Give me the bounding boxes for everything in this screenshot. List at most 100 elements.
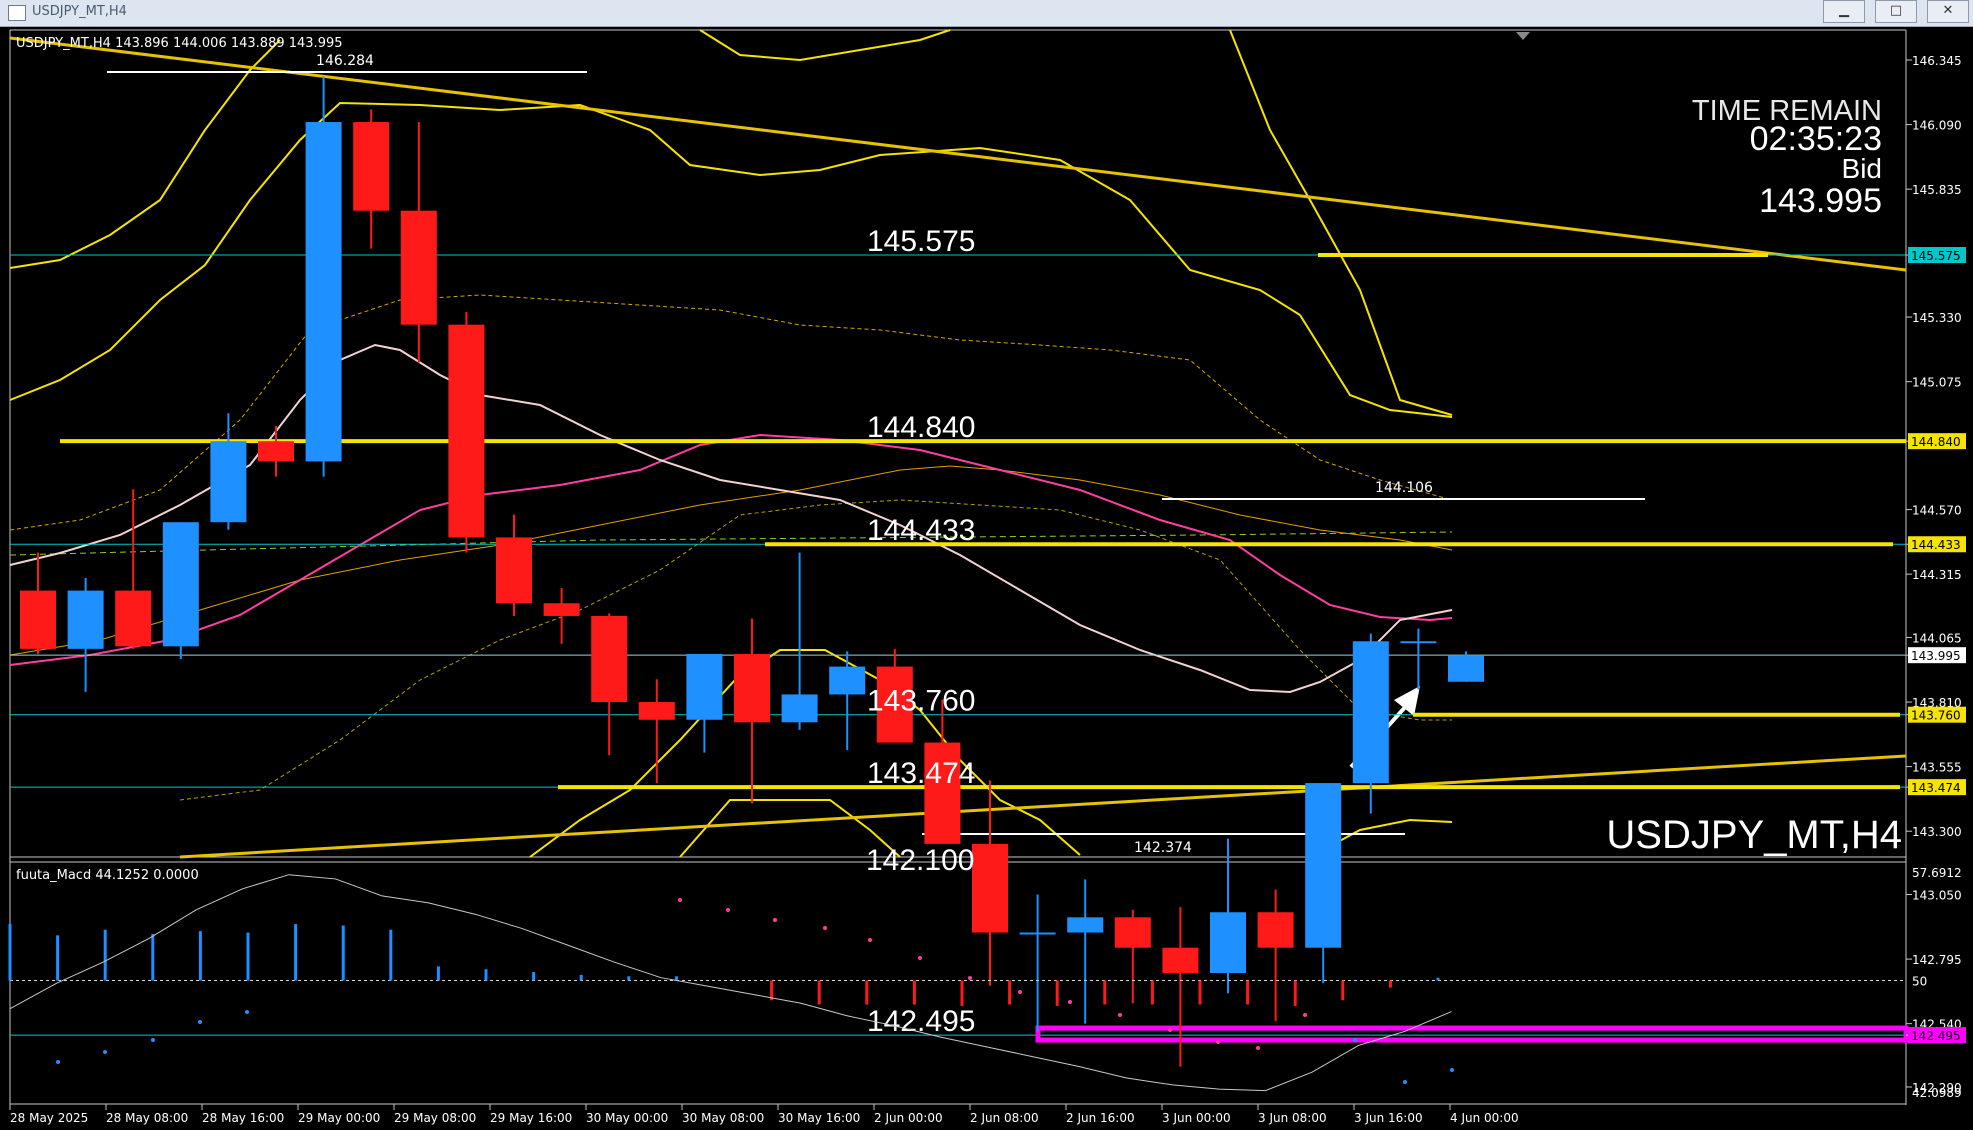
macd-dot [1303,1013,1307,1017]
candle-body [1210,912,1246,974]
candle-body [1448,655,1484,682]
time-tick-label: 29 May 08:00 [394,1111,476,1125]
macd-dot [1068,1000,1072,1004]
time-tick-label: 2 Jun 08:00 [970,1111,1039,1125]
time-tick-label: 2 Jun 16:00 [1066,1111,1135,1125]
candle-body [543,603,580,616]
price-tick-label: 143.555 [1912,761,1962,775]
price-tick-label: 146.345 [1912,54,1962,68]
candle-body [1067,917,1104,933]
time-tick-label: 30 May 00:00 [586,1111,668,1125]
chart-window: USDJPY_MT,H4 ▁ □ ✕ 145.575 144.840 144.4… [0,0,1973,1130]
swing-label: 142.374 [1134,840,1192,856]
macd-dot [1018,990,1022,994]
time-tick-label: 4 Jun 00:00 [1450,1111,1519,1125]
candle-body [115,590,152,647]
candle-body [1162,947,1199,974]
time-tick-label: 30 May 16:00 [778,1111,860,1125]
swing-label: 144.106 [1375,480,1433,496]
macd-dot [1118,1013,1122,1017]
candle-body [305,122,342,462]
bid-value: 143.995 [1759,182,1882,220]
time-tick-label: 3 Jun 16:00 [1354,1111,1423,1125]
price-tag-label: 143.995 [1911,649,1961,663]
price-chart[interactable]: 145.575 144.840 144.433 143.760 143.474 142.4… [0,0,1973,1130]
price-axis: 146.345 146.090 145.835 145.575 145.330 145.0… [1906,54,1962,1095]
price-tick-label: 145.330 [1912,311,1962,325]
candle-body [1019,932,1056,935]
upper-envelope-right [1229,29,1453,416]
macd-dot [1256,1046,1260,1050]
macd-dot [1450,1068,1454,1072]
level-label: 143.760 [867,685,975,718]
time-tick-label: 30 May 08:00 [682,1111,764,1125]
symbol-watermark: USDJPY_MT,H4 [1606,813,1902,857]
macd-dot [1216,1040,1220,1044]
level-label: 142.495 [867,1005,975,1038]
macd-dot [773,918,777,922]
macd-signal-line [9,874,1452,1092]
upper-envelope-outer [9,39,281,269]
macd-dot [918,956,922,960]
candle-body [591,615,628,703]
upper-envelope-mid [9,101,1301,401]
candle-body [162,522,199,647]
time-tick-label: 2 Jun 00:00 [874,1111,943,1125]
candlesticks [20,76,1484,1067]
price-tick-label: 145.075 [1912,376,1962,390]
macd-dot [151,1038,155,1042]
price-tag-label: 142.495 [1911,1029,1961,1043]
price-tick-label: 145.835 [1912,183,1962,197]
candle-body [781,694,818,723]
macd-header: fuuta_Macd 44.1252 0.0000 [16,868,199,883]
macd-axis-label: 57.6912 [1912,866,1962,880]
macd-dot [678,898,682,902]
candle-body [496,537,532,604]
price-tick-label: 142.795 [1912,953,1962,967]
price-tick-label: 143.050 [1912,889,1962,903]
candle-body [448,324,485,538]
candle-body [20,590,56,649]
price-tick-label: 146.090 [1912,119,1962,133]
macd-dot [1168,1028,1172,1032]
time-tick-label: 3 Jun 00:00 [1162,1111,1231,1125]
time-tick-label: 3 Jun 08:00 [1258,1111,1327,1125]
macd-dot [198,1020,202,1024]
price-tag-label: 144.433 [1911,538,1961,552]
price-tick-label: 143.300 [1912,825,1962,839]
macd-dot [1403,1080,1407,1084]
macd-axis-label: 50 [1912,975,1927,989]
candle-body [638,702,675,720]
candle-body [972,843,1008,933]
price-tag-label: 145.575 [1911,249,1961,263]
candle-body [1114,917,1151,948]
macd-axis-label: 42.0989 [1912,1086,1962,1100]
upper-envelope-right2 [1299,314,1453,418]
macd-dot [726,908,730,912]
macd-dot [968,976,972,980]
candle-body [353,122,390,211]
level-label: 143.474 [867,757,975,790]
time-tick-label: 28 May 16:00 [202,1111,284,1125]
level-label: 144.840 [867,411,975,444]
price-tag-label: 144.840 [1911,435,1961,449]
shift-marker-icon[interactable] [1516,32,1530,40]
price-tick-label: 144.315 [1912,568,1962,582]
cutoff-level-label: 142.100 [866,844,974,877]
macd-dot [103,1050,107,1054]
candle-body [734,653,770,723]
horizontal-level-lines [10,253,1909,1043]
swing-label: 146.284 [316,53,374,69]
candle-body [1400,641,1437,644]
macd-dot [823,926,827,930]
chart-header: USDJPY_MT,H4 143.896 144.006 143.889 143… [16,36,343,51]
bid-label: Bid [1842,153,1882,184]
upper-envelope-top [699,29,951,62]
time-axis: 28 May 2025 28 May 08:00 28 May 16:00 29 Ma… [9,1104,1519,1125]
candle-body [1305,783,1342,948]
candle-body [67,590,104,649]
candle-body [829,666,866,695]
time-tick-label: 28 May 08:00 [106,1111,188,1125]
time-tick-label: 29 May 00:00 [298,1111,380,1125]
level-label: 144.433 [867,514,975,547]
